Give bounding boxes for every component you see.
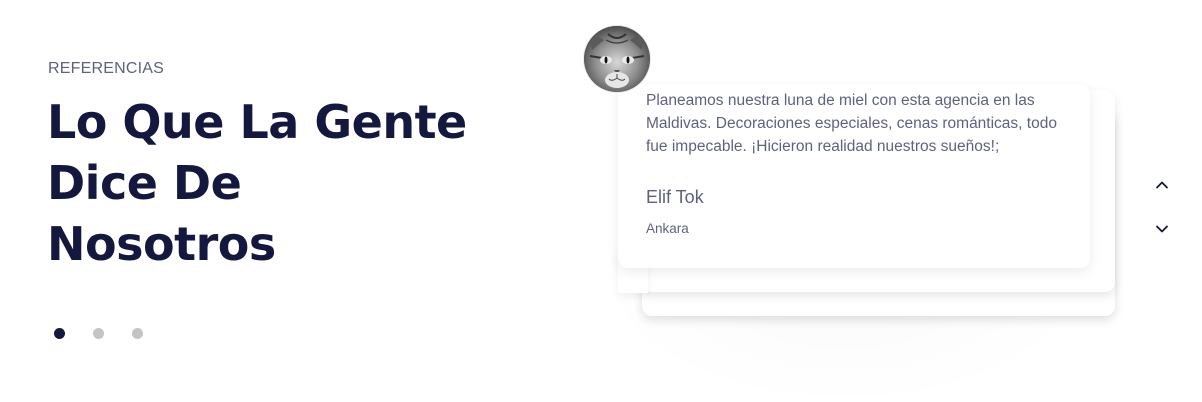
testimonial-location: Ankara (646, 221, 689, 236)
carousel-dot-2[interactable] (93, 328, 104, 339)
cat-face-icon (584, 26, 650, 92)
section-headline: Lo Que La Gente Dice De Nosotros (47, 92, 527, 275)
headline-line-2: Dice De (47, 156, 242, 210)
carousel-next-button[interactable] (1153, 220, 1171, 238)
carousel-dot-1[interactable] (54, 328, 65, 339)
chevron-down-icon (1156, 225, 1168, 233)
testimonials-section: REFERENCIAS Lo Que La Gente Dice De Noso… (0, 0, 1202, 402)
testimonial-quote: Planeamos nuestra luna de miel con esta … (646, 92, 1057, 155)
carousel-prev-button[interactable] (1153, 176, 1171, 194)
carousel-dots (54, 328, 143, 339)
headline-line-1: Lo Que La Gente (47, 95, 467, 149)
cat-avatar (584, 26, 650, 92)
carousel-dot-3[interactable] (132, 328, 143, 339)
testimonial-card: Planeamos nuestra luna de miel con esta … (618, 84, 1090, 268)
headline-line-3: Nosotros (47, 217, 276, 271)
section-eyebrow: REFERENCIAS (48, 60, 164, 77)
chevron-up-icon (1156, 181, 1168, 189)
testimonial-author: Elif Tok (646, 187, 704, 207)
